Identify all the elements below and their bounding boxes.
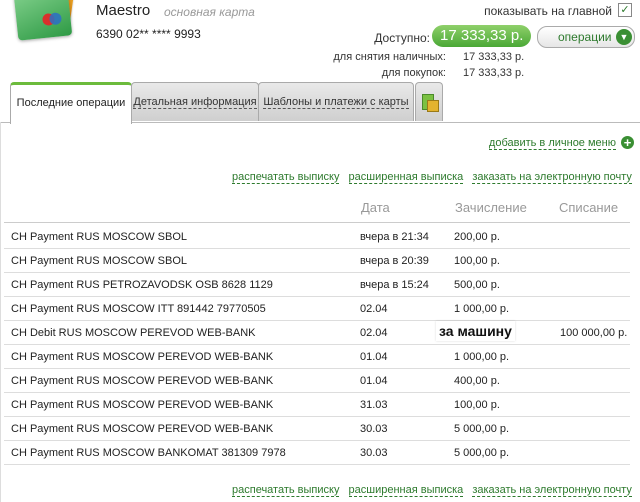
card-image bbox=[13, 0, 76, 44]
row-description: CH Debit RUS MOSCOW PEREVOD WEB-BANK bbox=[11, 327, 256, 339]
extended-statement-link[interactable]: расширенная выписка bbox=[348, 484, 464, 497]
row-description: CH Payment RUS MOSCOW PEREVOD WEB-BANK bbox=[11, 375, 274, 387]
card-logo-icon bbox=[41, 12, 63, 27]
purchase-limit-label: для покупок: bbox=[381, 67, 446, 79]
table-row[interactable]: CH Payment RUS MOSCOW ITT 891442 7977050… bbox=[4, 296, 630, 321]
card-number: 6390 02** **** 9993 bbox=[96, 27, 201, 41]
print-statement-link[interactable]: распечатать выписку bbox=[232, 484, 340, 497]
row-description: CH Payment RUS MOSCOW ITT 891442 7977050… bbox=[11, 303, 266, 315]
debit-column-header: Списание bbox=[559, 200, 619, 215]
tab-detailed-info[interactable]: Детальная информация bbox=[131, 82, 259, 121]
tab-detailed-info-label: Детальная информация bbox=[133, 96, 257, 109]
cash-limit-row: для снятия наличных: 17 333,33 р. bbox=[0, 51, 640, 65]
row-date: 02.04 bbox=[360, 327, 388, 339]
row-credit: 1 000,00 р. bbox=[454, 351, 510, 363]
show-on-main-checkbox[interactable]: ✓ bbox=[618, 3, 632, 17]
content-border bbox=[0, 122, 1, 502]
chevron-down-icon: ▼ bbox=[616, 29, 632, 45]
print-statement-link[interactable]: распечатать выписку bbox=[232, 171, 340, 184]
show-on-main-label: показывать на главной bbox=[484, 4, 612, 18]
tab-templates-payments-label: Шаблоны и платежи с карты bbox=[263, 96, 409, 109]
credit-column-header: Зачисление bbox=[455, 200, 527, 215]
row-debit: 100 000,00 р. bbox=[560, 327, 628, 339]
coins-icon bbox=[427, 100, 439, 112]
row-credit: 500,00 р. bbox=[454, 279, 500, 291]
row-credit: 100,00 р. bbox=[454, 255, 500, 267]
row-date: 01.04 bbox=[360, 351, 388, 363]
date-column-header: Дата bbox=[361, 200, 390, 215]
row-date: вчера в 15:24 bbox=[360, 279, 429, 291]
card-type-label: основная карта bbox=[164, 5, 255, 19]
tab-templates-payments[interactable]: Шаблоны и платежи с карты bbox=[258, 82, 414, 121]
purchase-limit-row: для покупок: 17 333,33 р. bbox=[0, 67, 640, 81]
row-credit: 200,00 р. bbox=[454, 231, 500, 243]
tab-recent-operations-label: Последние операции bbox=[16, 97, 126, 109]
table-row[interactable]: CH Payment RUS MOSCOW BANKOMAT 381309 79… bbox=[4, 440, 630, 465]
header-divider bbox=[4, 222, 630, 223]
row-description: CH Payment RUS MOSCOW SBOL bbox=[11, 255, 188, 267]
plus-icon[interactable]: + bbox=[621, 136, 634, 149]
row-description: CH Payment RUS MOSCOW BANKOMAT 381309 79… bbox=[11, 447, 286, 459]
row-date: 30.03 bbox=[360, 423, 388, 435]
email-order-link[interactable]: заказать на электронную почту bbox=[472, 171, 632, 184]
overlay-note: за машину bbox=[436, 321, 515, 341]
table-row[interactable]: CH Payment RUS MOSCOW PEREVOD WEB-BANK 3… bbox=[4, 392, 630, 417]
add-to-menu-link[interactable]: добавить в личное меню bbox=[488, 137, 616, 150]
tab-extra[interactable] bbox=[415, 82, 443, 121]
row-description: CH Payment RUS MOSCOW SBOL bbox=[11, 231, 188, 243]
purchase-limit-value: 17 333,33 р. bbox=[463, 67, 525, 79]
operations-button[interactable]: операции ▼ bbox=[537, 26, 635, 48]
row-credit: 100,00 р. bbox=[454, 399, 500, 411]
operations-button-label: операции bbox=[558, 30, 612, 44]
row-description: CH Payment RUS MOSCOW PEREVOD WEB-BANK bbox=[11, 351, 274, 363]
extended-statement-link[interactable]: расширенная выписка bbox=[348, 171, 464, 184]
email-order-link[interactable]: заказать на электронную почту bbox=[472, 484, 632, 497]
row-description: CH Payment RUS MOSCOW PEREVOD WEB-BANK bbox=[11, 399, 274, 411]
cash-limit-value: 17 333,33 р. bbox=[463, 51, 525, 63]
row-date: 30.03 bbox=[360, 447, 388, 459]
card-name: Maestro bbox=[96, 2, 151, 19]
tab-recent-operations[interactable]: Последние операции bbox=[10, 82, 132, 124]
row-date: 02.04 bbox=[360, 303, 388, 315]
row-date: 01.04 bbox=[360, 375, 388, 387]
row-credit: 1 000,00 р. bbox=[454, 303, 510, 315]
actions-bottom: распечатать выписку расширенная выписка … bbox=[226, 484, 632, 497]
table-row[interactable]: CH Payment RUS MOSCOW SBOL вчера в 21:34… bbox=[4, 224, 630, 249]
table-row[interactable]: CH Payment RUS MOSCOW PEREVOD WEB-BANK 3… bbox=[4, 416, 630, 441]
available-label: Доступно: bbox=[374, 31, 430, 45]
card-front-image bbox=[13, 0, 73, 41]
row-description: CH Payment RUS MOSCOW PEREVOD WEB-BANK bbox=[11, 423, 274, 435]
row-date: 31.03 bbox=[360, 399, 388, 411]
cash-limit-label: для снятия наличных: bbox=[333, 51, 446, 63]
available-balance: 17 333,33 р. bbox=[432, 25, 532, 47]
tabs-bar: Последние операции Детальная информация … bbox=[0, 82, 640, 124]
row-description: CH Payment RUS PETROZAVODSK OSB 8628 112… bbox=[11, 279, 273, 291]
table-row[interactable]: CH Payment RUS PETROZAVODSK OSB 8628 112… bbox=[4, 272, 630, 297]
table-row[interactable]: CH Debit RUS MOSCOW PEREVOD WEB-BANK 02.… bbox=[4, 320, 630, 345]
table-row[interactable]: CH Payment RUS MOSCOW PEREVOD WEB-BANK 0… bbox=[4, 368, 630, 393]
row-credit: 5 000,00 р. bbox=[454, 423, 510, 435]
table-row[interactable]: CH Payment RUS MOSCOW SBOL вчера в 20:39… bbox=[4, 248, 630, 273]
row-date: вчера в 21:34 bbox=[360, 231, 429, 243]
row-date: вчера в 20:39 bbox=[360, 255, 429, 267]
actions-top: распечатать выписку расширенная выписка … bbox=[226, 171, 632, 184]
row-credit: 400,00 р. bbox=[454, 375, 500, 387]
table-row[interactable]: CH Payment RUS MOSCOW PEREVOD WEB-BANK 0… bbox=[4, 344, 630, 369]
row-credit: 5 000,00 р. bbox=[454, 447, 510, 459]
